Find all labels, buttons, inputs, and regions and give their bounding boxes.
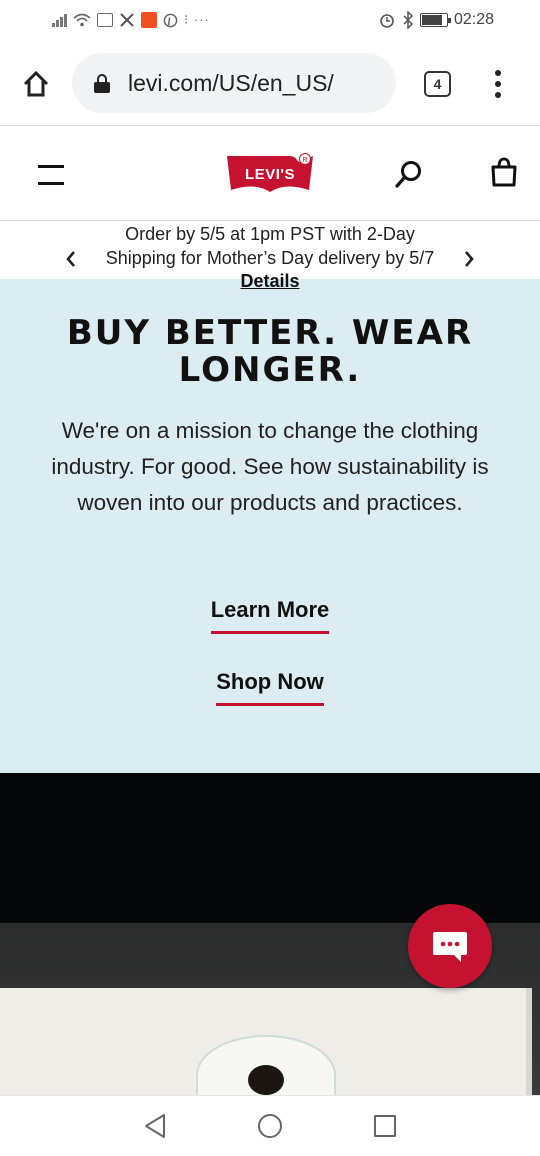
status-icons-right: 02:28 xyxy=(378,10,494,30)
more-icon: ⁝ ··· xyxy=(184,12,210,27)
status-bar: ⁝ ··· 02:28 xyxy=(0,0,540,40)
tools-icon xyxy=(120,13,134,27)
site-header: LEVI'S R xyxy=(0,127,540,221)
promo-text-line1: Order by 5/5 at 1pm PST with 2-Day xyxy=(125,224,415,244)
shop-now-link[interactable]: Shop Now xyxy=(216,669,324,706)
app-notification-icon xyxy=(141,12,157,28)
shopping-bag-button[interactable] xyxy=(489,157,519,187)
shopping-bag-icon xyxy=(491,157,517,187)
lock-icon xyxy=(94,74,110,93)
recent-apps-icon[interactable] xyxy=(374,1115,396,1137)
hero-headline: BUY BETTER. WEAR LONGER. xyxy=(66,313,474,390)
search-button[interactable] xyxy=(394,159,424,189)
battery-icon xyxy=(419,13,451,27)
promo-text-line2: Shipping for Mother’s Day delivery by 5/… xyxy=(105,248,435,268)
back-icon[interactable] xyxy=(143,1113,167,1139)
status-time: 02:28 xyxy=(453,11,494,28)
wifi-icon xyxy=(73,13,91,27)
chat-button[interactable] xyxy=(408,904,492,988)
home-icon xyxy=(23,70,49,97)
menu-dot-icon xyxy=(495,70,501,76)
status-icons-left: ⁝ ··· xyxy=(52,10,210,30)
system-navigation-bar xyxy=(0,1095,540,1156)
chat-bubble-icon xyxy=(433,932,467,962)
hero-body-text: We're on a mission to change the clothin… xyxy=(51,418,489,515)
search-icon xyxy=(395,161,421,188)
hamburger-menu-icon[interactable] xyxy=(38,165,64,185)
address-bar[interactable]: levi.com/US/en_US/ xyxy=(72,53,396,113)
promo-prev-arrow-icon[interactable] xyxy=(62,247,80,271)
home-circle-icon[interactable] xyxy=(258,1114,282,1138)
levis-logo[interactable]: LEVI'S R xyxy=(225,152,315,196)
promo-details-link[interactable]: Details xyxy=(240,271,299,291)
svg-text:LEVI'S: LEVI'S xyxy=(245,166,295,183)
url-text: levi.com/US/en_US/ xyxy=(128,69,334,96)
svg-text:R: R xyxy=(302,157,307,164)
browser-home-button[interactable] xyxy=(14,64,58,104)
promo-next-arrow-icon[interactable] xyxy=(460,247,478,271)
menu-dot-icon xyxy=(495,92,501,98)
signal-icon xyxy=(52,13,67,27)
tab-switcher-button[interactable]: 4 xyxy=(424,71,451,97)
learn-more-link[interactable]: Learn More xyxy=(210,597,330,634)
sustainability-hero: Details BUY BETTER. WEAR LONGER. We're o… xyxy=(0,271,540,773)
menu-dot-icon xyxy=(495,81,501,87)
bluetooth-icon xyxy=(403,11,414,29)
browser-menu-button[interactable] xyxy=(488,68,508,100)
browser-toolbar: levi.com/US/en_US/ 4 xyxy=(0,40,540,126)
alarm-icon xyxy=(380,14,394,28)
pinterest-icon xyxy=(163,13,178,27)
laptop-icon xyxy=(97,13,113,27)
